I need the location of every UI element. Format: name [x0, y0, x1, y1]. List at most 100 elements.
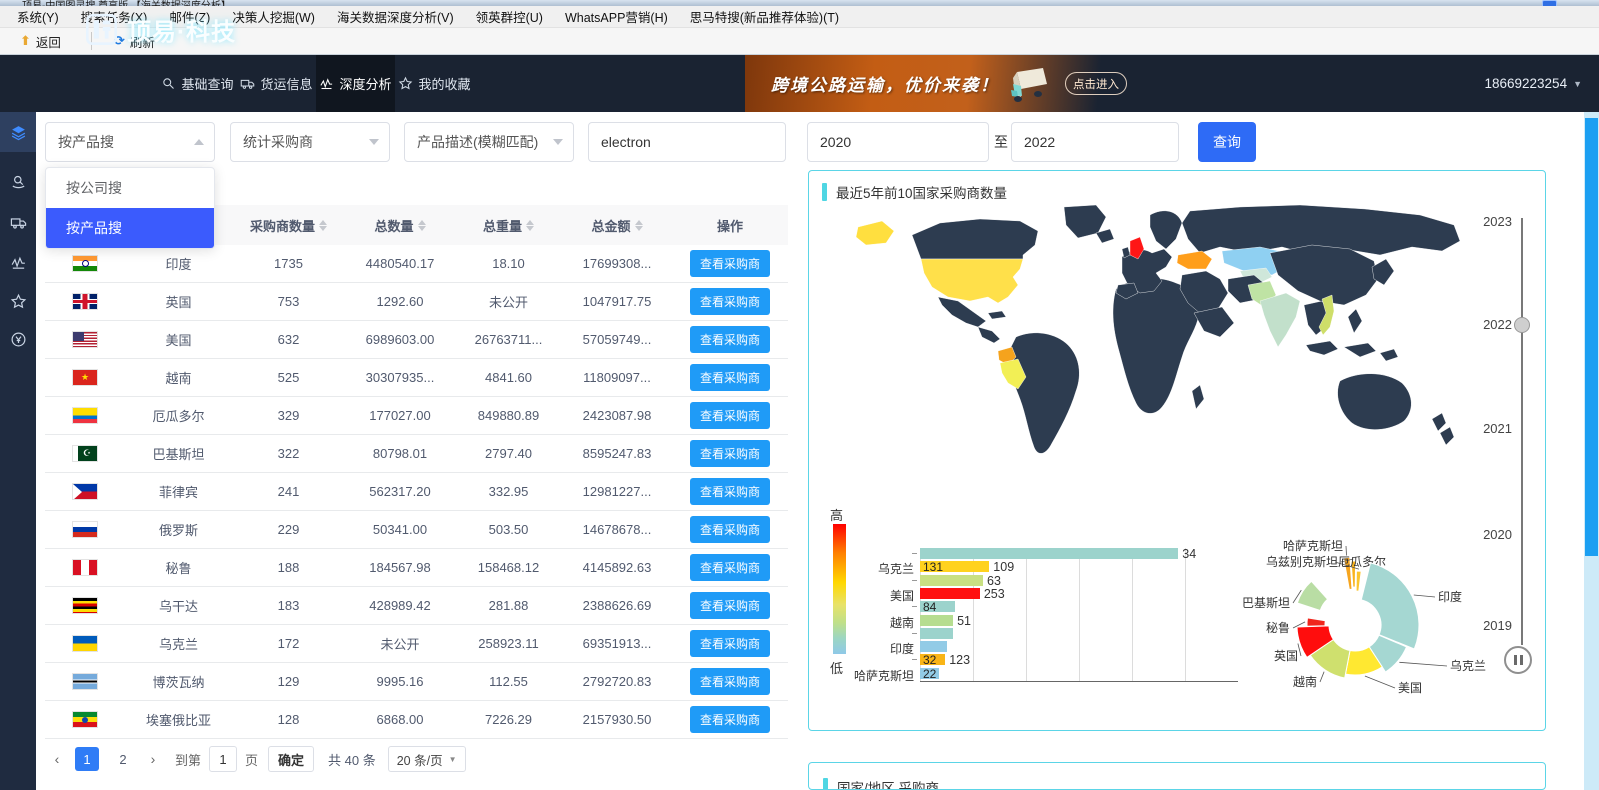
match-type-select[interactable]: 产品描述(模糊匹配): [404, 122, 574, 162]
view-buyers-button[interactable]: 查看采购商: [689, 554, 770, 581]
sidebar-item-star-icon[interactable]: [0, 281, 36, 321]
total-weight: 503.50: [488, 522, 529, 537]
country-name: 英国: [165, 295, 192, 310]
view-buyers-button[interactable]: 查看采购商: [689, 364, 770, 391]
bar-category-label: 哈萨克斯坦: [853, 668, 914, 683]
confirm-button[interactable]: 确定: [268, 746, 315, 772]
table-row-乌克兰: 乌克兰 172 未公开 258923.11 69351913... 查看采购商: [45, 625, 788, 663]
match-type-value: 产品描述(模糊匹配): [417, 134, 539, 150]
account-phone[interactable]: 18669223254 ▼: [1430, 55, 1590, 112]
year-to-wrap: [1011, 122, 1179, 162]
bar-越南: 51: [920, 614, 971, 628]
total-quantity: 80798.01: [372, 446, 428, 461]
column-header-采购商数量[interactable]: 采购商数量: [232, 205, 345, 245]
view-buyers-button[interactable]: 查看采购商: [689, 440, 770, 467]
pie-label-巴基斯坦: 巴基斯坦: [1242, 596, 1290, 610]
chevron-down-icon: ▼: [448, 754, 457, 764]
search-mode-value: 按产品搜: [58, 134, 114, 150]
sidebar-item-currency-icon[interactable]: [0, 319, 36, 359]
country-name: 乌干达: [158, 599, 198, 614]
year-to-input[interactable]: [1012, 134, 1178, 150]
bar-印度: [920, 641, 947, 653]
sidebar-item-search-hand-icon[interactable]: [0, 162, 36, 202]
dropdown-option-按公司搜[interactable]: 按公司搜: [46, 168, 214, 208]
query-button[interactable]: 查询: [1198, 122, 1256, 162]
chevron-down-icon: ▼: [1573, 78, 1582, 89]
sort-icon[interactable]: [417, 219, 426, 231]
timeline-year-2023[interactable]: 2023: [1468, 214, 1512, 229]
layers-icon: [11, 125, 25, 140]
page-size-select[interactable]: 20 条/页 ▼: [387, 746, 466, 772]
view-buyers-button[interactable]: 查看采购商: [689, 592, 770, 619]
back-icon: ⬆: [20, 33, 31, 48]
bar-category-label: 越南: [889, 615, 914, 630]
sidebar-item-analysis-icon[interactable]: [0, 242, 36, 282]
nav-tab-深度分析[interactable]: 深度分析: [316, 55, 395, 112]
menu-item[interactable]: WhatsAPP营销(H): [556, 5, 677, 28]
nav-tab-货运信息[interactable]: 货运信息: [237, 55, 316, 112]
scrollbar-thumb[interactable]: [1585, 118, 1598, 556]
total-weight: 4841.60: [485, 370, 532, 385]
stat-type-select[interactable]: 统计采购商: [230, 122, 390, 162]
view-buyers-button[interactable]: 查看采购商: [689, 402, 770, 429]
total-quantity: 562317.20: [369, 484, 431, 499]
timeline-year-2021[interactable]: 2021: [1468, 421, 1512, 436]
total-quantity: 177027.00: [369, 408, 431, 423]
bar-value: 63: [987, 573, 1001, 588]
menu-item[interactable]: 领英群控(U): [467, 5, 552, 28]
page-button-2[interactable]: 2: [111, 747, 135, 771]
star-icon: [10, 293, 26, 308]
view-buyers-button[interactable]: 查看采购商: [689, 478, 770, 505]
search-mode-select[interactable]: 按产品搜: [45, 122, 215, 162]
nav-tab-基础查询[interactable]: 基础查询: [158, 55, 237, 112]
logo-icon: [86, 14, 117, 45]
table-row-越南: 越南 525 30307935... 4841.60 11809097... 查看采购商: [45, 359, 788, 397]
sidebar-item-layers-icon[interactable]: [0, 112, 36, 152]
bar-inner-value: 22: [923, 666, 937, 681]
view-buyers-button[interactable]: 查看采购商: [689, 326, 770, 353]
view-buyers-button[interactable]: 查看采购商: [689, 630, 770, 657]
column-header-总数量[interactable]: 总数量: [345, 205, 455, 245]
prev-page-button[interactable]: ‹: [45, 747, 69, 771]
total-weight: 158468.12: [477, 560, 540, 575]
sort-icon[interactable]: [319, 219, 327, 231]
pie-label-乌克兰: 乌克兰: [1450, 658, 1486, 673]
nav-tab-我的收藏[interactable]: 我的收藏: [395, 55, 474, 112]
keyword-input[interactable]: [589, 134, 785, 150]
timeline-knob[interactable]: [1514, 317, 1530, 333]
goto-page-input[interactable]: [209, 746, 238, 772]
world-map-chart[interactable]: [820, 205, 1468, 525]
view-buyers-button[interactable]: 查看采购商: [689, 250, 770, 277]
menu-item[interactable]: 思马特搜(新品推荐体验)(T): [681, 5, 848, 28]
buyer-count: 128: [277, 712, 300, 727]
table-row-秘鲁: 秘鲁 188 184567.98 158468.12 4145892.63 查看采购商: [45, 549, 788, 587]
total-quantity: 4480540.17: [365, 256, 435, 271]
table-row-博茨瓦纳: 博茨瓦纳 129 9995.16 112.55 2792720.83 查看采购商: [45, 663, 788, 701]
year-from-input[interactable]: [808, 134, 988, 150]
page-button-1[interactable]: 1: [75, 747, 99, 771]
view-buyers-button[interactable]: 查看采购商: [689, 706, 770, 733]
menu-item[interactable]: 决策人挖掘(W): [223, 5, 324, 28]
dropdown-option-按产品搜[interactable]: 按产品搜: [46, 208, 214, 248]
view-buyers-button[interactable]: 查看采购商: [689, 668, 770, 695]
timeline-year-2022[interactable]: 2022: [1468, 317, 1512, 332]
back-button[interactable]: ⬆ 返回: [12, 30, 69, 53]
menu-item[interactable]: 海关数据深度分析(V): [328, 5, 463, 28]
sidebar-item-truck-icon[interactable]: [0, 202, 36, 242]
bar-乌克兰: 131 109: [920, 560, 1014, 574]
menu-item[interactable]: 系统(Y): [8, 5, 68, 28]
sort-icon[interactable]: [634, 219, 643, 231]
column-header-总金额[interactable]: 总金额: [562, 205, 672, 245]
view-buyers-button[interactable]: 查看采购商: [689, 516, 770, 543]
column-header-总重量[interactable]: 总重量: [455, 205, 562, 245]
total-amount: 1047917.75: [582, 294, 652, 309]
banner-enter-button[interactable]: 点击进入: [1065, 72, 1127, 95]
next-page-button[interactable]: ›: [141, 747, 165, 771]
pie-label-印度: 印度: [1438, 589, 1462, 604]
second-chart-card: 国家/地区 采购商: [808, 762, 1546, 790]
promo-banner[interactable]: 跨境公路运输，优价来袭！ 点击进入: [745, 55, 1175, 112]
view-buyers-button[interactable]: 查看采购商: [689, 288, 770, 315]
country-flag: [72, 635, 98, 652]
sort-icon[interactable]: [526, 219, 534, 231]
total-amount: 14678678...: [582, 522, 652, 537]
